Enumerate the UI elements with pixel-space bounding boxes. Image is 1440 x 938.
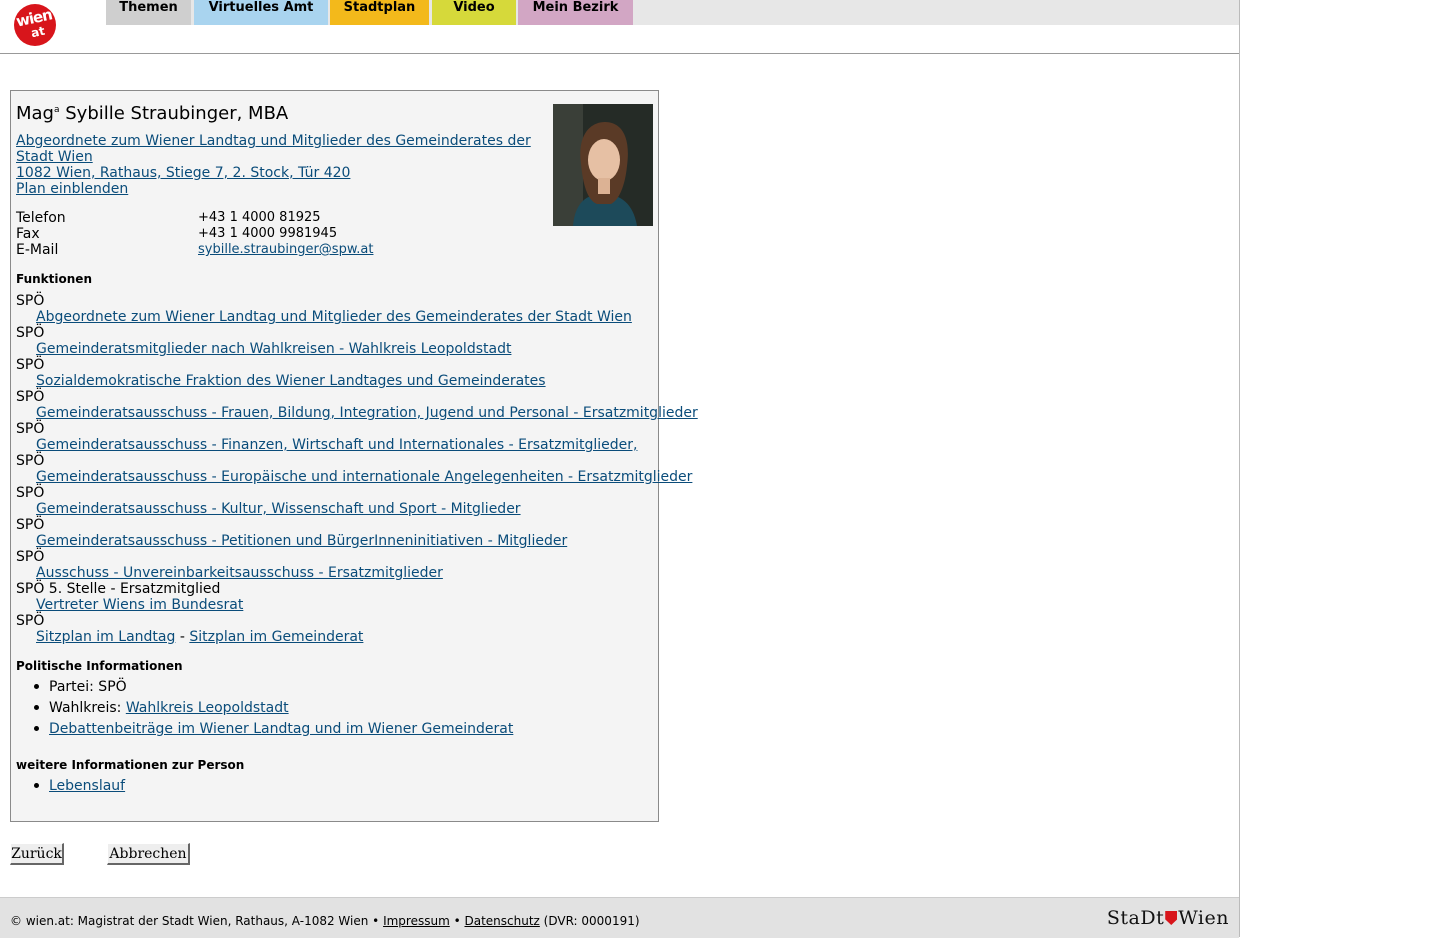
- cancel-button[interactable]: Abbrechen: [107, 843, 190, 865]
- function-link[interactable]: Gemeinderatsausschuss - Europäische und …: [36, 469, 692, 485]
- nav-tab-video[interactable]: Video: [432, 0, 516, 25]
- function-link[interactable]: Gemeinderatsmitglieder nach Wahlkreisen …: [36, 341, 511, 357]
- debate-item: Debattenbeiträge im Wiener Landtag und i…: [16, 719, 513, 740]
- person-name-text: Sybille Straubinger, MBA: [59, 103, 289, 124]
- function-link[interactable]: Ausschuss - Unvereinbarkeitsausschuss - …: [36, 565, 443, 581]
- seat-plan-landtag-link[interactable]: Sitzplan im Landtag: [36, 629, 175, 645]
- function-link[interactable]: Abgeordnete zum Wiener Landtag und Mitgl…: [36, 309, 632, 325]
- footer-text: © wien.at: Magistrat der Stadt Wien, Rat…: [10, 914, 640, 928]
- title-prefix: Mag: [16, 103, 54, 124]
- functions-heading: Funktionen: [16, 272, 92, 286]
- district-link[interactable]: Wahlkreis Leopoldstadt: [126, 700, 289, 716]
- impressum-link[interactable]: Impressum: [383, 914, 450, 928]
- portrait-image: [553, 104, 653, 226]
- person-photo: [553, 104, 653, 226]
- function-party: SPÖ: [16, 517, 45, 533]
- role-link[interactable]: Abgeordnete zum Wiener Landtag und Mitgl…: [16, 133, 531, 165]
- main-nav: Themen Virtuelles Amt Stadtplan Video Me…: [106, 0, 1239, 25]
- function-party: SPÖ: [16, 389, 45, 405]
- function-link[interactable]: Sozialdemokratische Fraktion des Wiener …: [36, 373, 546, 389]
- function-party: SPÖ: [16, 325, 45, 341]
- debate-link[interactable]: Debattenbeiträge im Wiener Landtag und i…: [49, 721, 513, 737]
- nav-tab-themen[interactable]: Themen: [106, 0, 191, 25]
- person-details-box: Maga Sybille Straubinger, MBA Abgeordnet…: [10, 90, 698, 822]
- contact-labels: Telefon Fax E-Mail: [16, 210, 66, 258]
- datenschutz-link[interactable]: Datenschutz: [464, 914, 539, 928]
- function-party: SPÖ: [16, 613, 45, 629]
- fax-label: Fax: [16, 226, 40, 242]
- back-button[interactable]: Zurück: [10, 843, 64, 865]
- function-link[interactable]: Gemeinderatsausschuss - Petitionen und B…: [36, 533, 567, 549]
- stadt-wien-logo[interactable]: StaDt Wien: [1107, 907, 1229, 929]
- address-link[interactable]: 1082 Wien, Rathaus, Stiege 7, 2. Stock, …: [16, 165, 350, 181]
- seat-plan-separator: -: [175, 629, 190, 645]
- contact-values: +43 1 4000 81925 +43 1 4000 9981945 sybi…: [198, 210, 373, 258]
- footer-copyright: © wien.at: Magistrat der Stadt Wien, Rat…: [10, 914, 384, 928]
- brand-right: Wien: [1178, 907, 1229, 929]
- political-info-heading: Politische Informationen: [16, 659, 183, 673]
- page: wien at Themen Virtuelles Amt Stadtplan …: [0, 0, 1240, 938]
- cv-link[interactable]: Lebenslauf: [49, 778, 125, 794]
- function-party: SPÖ: [16, 453, 45, 469]
- fax-value: +43 1 4000 9981945: [198, 226, 338, 241]
- wien-shield-icon: [1165, 911, 1178, 925]
- footer-dvr: (DVR: 0000191): [539, 914, 640, 928]
- role-line-1: Abgeordnete zum Wiener Landtag und Mitgl…: [16, 133, 531, 149]
- function-party: SPÖ: [16, 293, 45, 309]
- function-link[interactable]: Gemeinderatsausschuss - Kultur, Wissensc…: [36, 501, 521, 517]
- phone-label: Telefon: [16, 210, 66, 226]
- cv-item: Lebenslauf: [16, 776, 125, 797]
- phone-value: +43 1 4000 81925: [198, 210, 321, 225]
- email-link[interactable]: sybille.straubinger@spw.at: [198, 242, 373, 257]
- nav-tab-stadtplan[interactable]: Stadtplan: [330, 0, 429, 25]
- person-name: Maga Sybille Straubinger, MBA: [16, 103, 288, 124]
- district-label: Wahlkreis:: [49, 700, 126, 716]
- party-item: Partei: SPÖ: [16, 677, 513, 698]
- email-label: E-Mail: [16, 242, 59, 258]
- function-link[interactable]: Gemeinderatsausschuss - Finanzen, Wirtsc…: [36, 437, 637, 453]
- function-party: SPÖ: [16, 485, 45, 501]
- district-item: Wahlkreis: Wahlkreis Leopoldstadt: [16, 698, 513, 719]
- wien-at-logo[interactable]: wien at: [14, 4, 56, 46]
- function-party: SPÖ: [16, 549, 45, 565]
- role-link-block: Abgeordnete zum Wiener Landtag und Mitgl…: [16, 133, 531, 197]
- footer-separator: •: [449, 914, 465, 928]
- functions-list: SPÖ Abgeordnete zum Wiener Landtag und M…: [16, 293, 698, 645]
- footer: © wien.at: Magistrat der Stadt Wien, Rat…: [0, 897, 1239, 938]
- function-party: SPÖ: [16, 357, 45, 373]
- function-party: SPÖ 5. Stelle - Ersatzmitglied: [16, 581, 221, 597]
- function-link[interactable]: Gemeinderatsausschuss - Frauen, Bildung,…: [36, 405, 698, 421]
- nav-tab-virtuelles-amt[interactable]: Virtuelles Amt: [194, 0, 328, 25]
- nav-tab-mein-bezirk[interactable]: Mein Bezirk: [518, 0, 633, 25]
- political-info-list: Partei: SPÖ Wahlkreis: Wahlkreis Leopold…: [16, 677, 513, 740]
- function-link[interactable]: Vertreter Wiens im Bundesrat: [36, 597, 243, 613]
- seat-plan-row: Sitzplan im Landtag - Sitzplan im Gemein…: [16, 629, 698, 645]
- more-info-heading: weitere Informationen zur Person: [16, 758, 245, 772]
- logo-word-at: at: [29, 23, 47, 41]
- function-party: SPÖ: [16, 421, 45, 437]
- header-divider: [0, 53, 1239, 54]
- show-map-link[interactable]: Plan einblenden: [16, 181, 128, 197]
- seat-plan-gemeinderat-link[interactable]: Sitzplan im Gemeinderat: [189, 629, 363, 645]
- more-info-list: Lebenslauf: [16, 776, 125, 797]
- role-line-2: Stadt Wien: [16, 149, 93, 165]
- brand-left: StaDt: [1106, 907, 1165, 929]
